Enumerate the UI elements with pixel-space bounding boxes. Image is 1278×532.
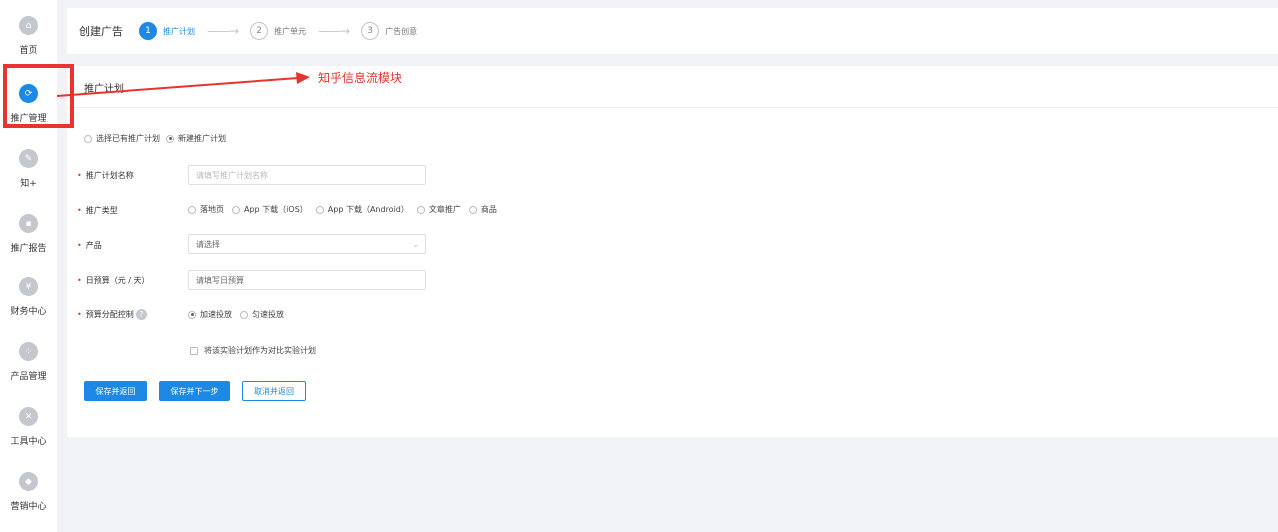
save-return-button[interactable]: 保存并返回 (84, 381, 147, 401)
step-arrow-icon: ——→ (318, 24, 350, 38)
select-value: 请选择 (196, 239, 220, 249)
radio-circle-icon (166, 134, 174, 143)
radio-label: App 下载（iOS） (244, 205, 308, 214)
label-text: 预算分配控制 (85, 310, 134, 319)
required-mark: • (77, 206, 82, 215)
radio-accelerated[interactable]: 加速投放 (188, 309, 232, 320)
chat-icon: ▪ (19, 214, 38, 233)
radio-app-android[interactable]: App 下载（Android） (315, 204, 409, 215)
sidebar-item-label: 产品管理 (10, 372, 47, 382)
sidebar-item-home[interactable]: ⌂ 首页 (0, 16, 57, 72)
step-label: 推广计划 (163, 26, 195, 36)
sidebar-item-label: 工具中心 (10, 437, 47, 447)
step-header: 创建广告 1 推广计划 ——→ 2 推广单元 ——→ 3 广告创意 (67, 8, 1278, 54)
sidebar-item-zhi-plus[interactable]: ✎ 知+ (0, 149, 57, 205)
sidebar-item-finance[interactable]: ¥ 财务中心 (0, 277, 57, 333)
tools-icon: ✕ (19, 407, 38, 426)
label-text: 日预算（元 / 天） (85, 276, 150, 285)
radio-circle-icon (416, 205, 425, 214)
sidebar-item-promotion-management[interactable]: ⟳ 推广管理 (0, 84, 57, 140)
sidebar-item-label: 推广管理 (10, 114, 47, 124)
plan-card: 推广计划 选择已有推广计划 新建推广计划 • 推广计划名称 请填写推广计划名称 … (67, 66, 1278, 437)
sidebar-item-label: 知+ (20, 179, 37, 189)
budget-control-group: 加速投放 匀速投放 (188, 309, 284, 320)
home-icon: ⌂ (19, 16, 38, 35)
radio-circle-icon (84, 134, 92, 143)
radio-label: 选择已有推广计划 (96, 134, 160, 143)
sidebar-item-marketing[interactable]: ◆ 营销中心 (0, 472, 57, 528)
radio-label: 匀速投放 (252, 310, 284, 319)
radio-label: 加速投放 (200, 310, 232, 319)
page-title: 创建广告 (79, 25, 123, 38)
marketing-icon: ◆ (19, 472, 38, 491)
sidebar: ⌂ 首页 ⟳ 推广管理 ✎ 知+ ▪ 推广报告 ¥ 财务中心 ⁘ 产品管理 ✕ … (0, 0, 57, 532)
annotation-label: 知乎信息流模块 (318, 71, 403, 85)
sidebar-item-label: 推广报告 (10, 244, 47, 254)
radio-existing-plan[interactable]: 选择已有推广计划 (84, 133, 160, 144)
chevron-down-icon: ⌄ (412, 239, 419, 249)
radio-circle-icon (188, 205, 196, 214)
edit-icon: ✎ (19, 149, 38, 168)
plan-name-label: • 推广计划名称 (77, 170, 134, 181)
yuan-icon: ¥ (19, 277, 38, 296)
radio-label: 商品 (480, 205, 497, 214)
radio-goods[interactable]: 商品 (468, 204, 497, 215)
step-label: 推广单元 (274, 26, 307, 36)
radio-circle-icon (315, 205, 324, 214)
sidebar-item-label: 营销中心 (10, 502, 47, 512)
sidebar-item-label: 财务中心 (10, 307, 47, 317)
refresh-icon: ⟳ (19, 84, 38, 103)
required-mark: • (77, 171, 82, 180)
step-1: 1 推广计划 (139, 22, 195, 40)
radio-label: 文章推广 (428, 205, 461, 214)
budget-control-label: • 预算分配控制 ? (77, 309, 147, 320)
sidebar-item-promotion-report[interactable]: ▪ 推广报告 (0, 214, 57, 270)
card-title: 推广计划 (84, 84, 124, 95)
step-number: 1 (139, 22, 157, 40)
experiment-checkbox[interactable]: 将该实验计划作为对比实验计划 (190, 345, 316, 356)
checkbox-label: 将该实验计划作为对比实验计划 (204, 346, 316, 355)
radio-new-plan[interactable]: 新建推广计划 (166, 133, 226, 144)
step-number: 3 (361, 22, 380, 40)
radio-label: App 下载（Android） (327, 205, 409, 214)
label-text: 推广类型 (85, 206, 118, 215)
required-mark: • (77, 310, 82, 319)
save-next-button[interactable]: 保存并下一步 (159, 381, 230, 401)
promo-type-label: • 推广类型 (77, 205, 118, 216)
grid-icon: ⁘ (19, 342, 38, 361)
step-3: 3 广告创意 (361, 22, 417, 40)
required-mark: • (77, 276, 82, 285)
promo-type-group: 落地页 App 下载（iOS） App 下载（Android） 文章推广 商品 (188, 204, 497, 215)
radio-uniform[interactable]: 匀速投放 (240, 309, 284, 320)
radio-article[interactable]: 文章推广 (416, 204, 461, 215)
radio-circle-icon (240, 310, 248, 319)
product-select[interactable]: 请选择 ⌄ (188, 234, 426, 254)
help-icon[interactable]: ? (135, 309, 147, 320)
radio-label: 落地页 (200, 205, 224, 214)
radio-circle-icon (468, 205, 477, 214)
radio-circle-icon (232, 205, 240, 214)
label-text: 产品 (85, 241, 102, 250)
daily-budget-label: • 日预算（元 / 天） (77, 275, 150, 286)
plan-name-input[interactable]: 请填写推广计划名称 (188, 165, 426, 185)
step-number: 2 (250, 22, 269, 40)
product-label: • 产品 (77, 240, 102, 251)
required-mark: • (77, 241, 82, 250)
sidebar-item-tools[interactable]: ✕ 工具中心 (0, 407, 57, 463)
cancel-return-button[interactable]: 取消并返回 (242, 381, 306, 401)
label-text: 推广计划名称 (85, 171, 134, 180)
step-2: 2 推广单元 (250, 22, 306, 40)
radio-app-ios[interactable]: App 下载（iOS） (232, 204, 308, 215)
plan-choice-group: 选择已有推广计划 新建推广计划 (84, 133, 1278, 144)
divider (67, 107, 1278, 108)
step-label: 广告创意 (385, 26, 418, 36)
radio-landing-page[interactable]: 落地页 (188, 204, 224, 215)
daily-budget-input[interactable]: 请填写日预算 (188, 270, 426, 290)
radio-label: 新建推广计划 (178, 134, 226, 143)
checkbox-box-icon (190, 346, 198, 355)
step-arrow-icon: ——→ (207, 24, 239, 38)
sidebar-item-product-management[interactable]: ⁘ 产品管理 (0, 342, 57, 398)
sidebar-item-label: 首页 (19, 46, 38, 56)
radio-circle-icon (188, 310, 196, 319)
